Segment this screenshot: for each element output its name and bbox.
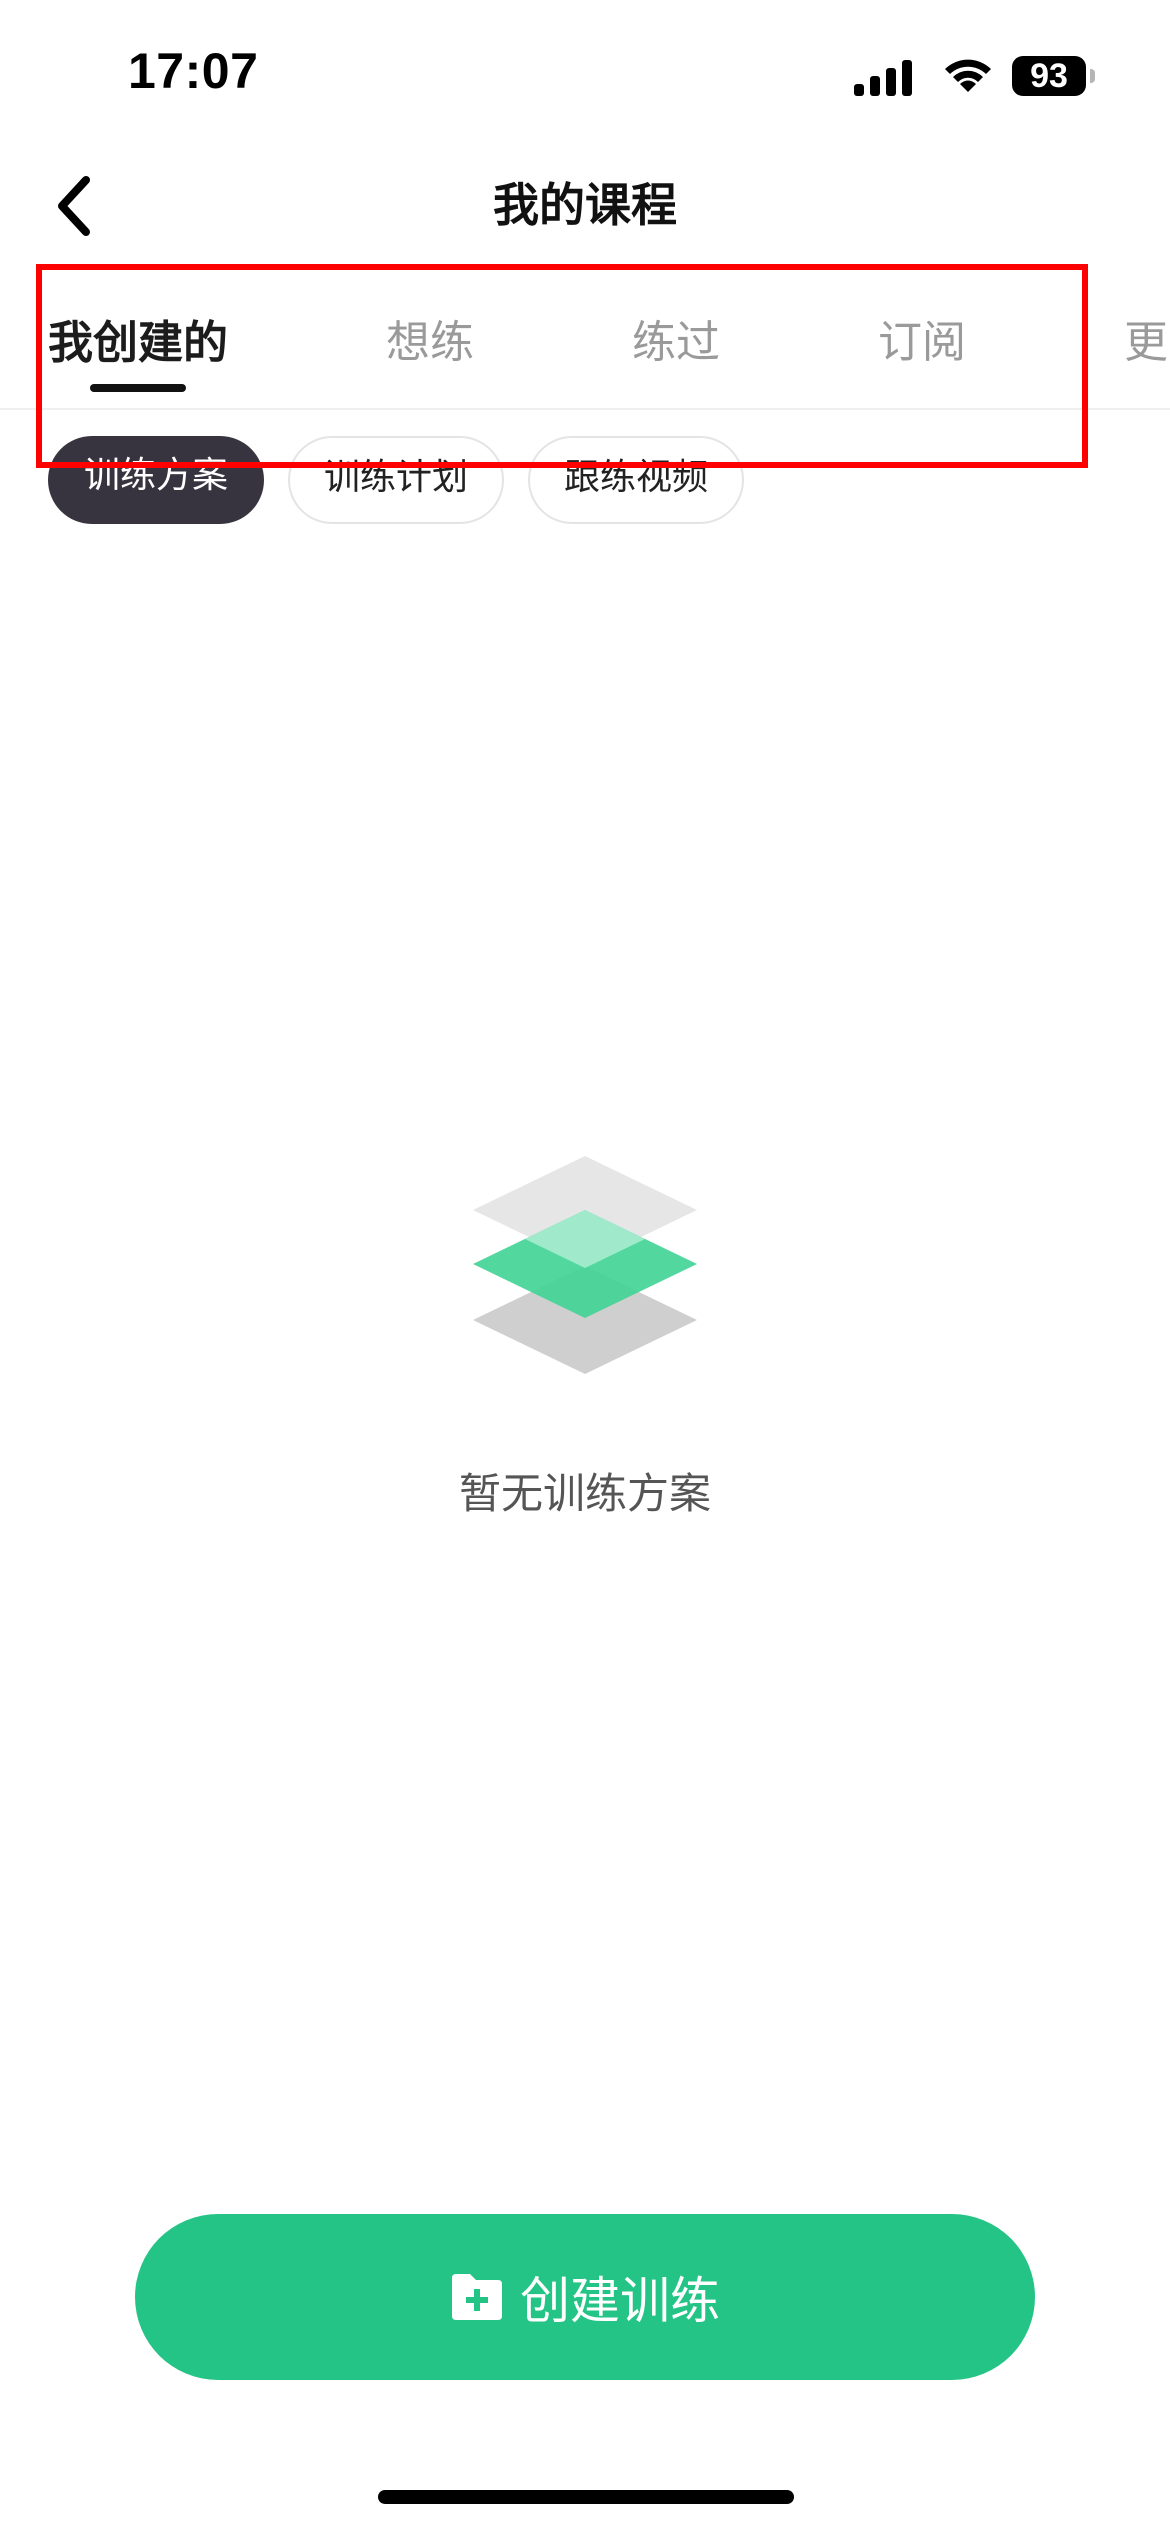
back-button[interactable]	[40, 168, 110, 244]
tab-want-to-practice[interactable]: 想练	[380, 310, 480, 376]
category-tab-bar: 我创建的 想练 练过 订阅 更	[0, 292, 1170, 410]
wifi-icon	[945, 59, 991, 92]
chip-training-scheme[interactable]: 训练方案	[48, 436, 264, 524]
add-file-icon	[452, 2274, 502, 2320]
sub-tab-chips: 训练方案 训练计划 跟练视频	[48, 436, 1148, 524]
chevron-left-icon	[58, 176, 90, 236]
battery-level: 93	[1030, 57, 1068, 95]
tab-subscribed[interactable]: 订阅	[872, 310, 972, 376]
status-icons: 93	[852, 52, 1102, 102]
create-training-content: 创建训练	[135, 2214, 1035, 2380]
stacked-layers-icon	[473, 1156, 697, 1374]
battery-tip	[1090, 69, 1095, 83]
chip-follow-video[interactable]: 跟练视频	[528, 436, 744, 524]
tab-created[interactable]: 我创建的	[46, 310, 230, 376]
empty-state: 暂无训练方案	[0, 1140, 1170, 1540]
status-bar: 17:07 93	[0, 0, 1170, 150]
tab-more[interactable]: 更	[1124, 310, 1170, 376]
home-indicator	[378, 2490, 794, 2504]
chip-training-plan[interactable]: 训练计划	[288, 436, 504, 524]
status-time: 17:07	[128, 43, 259, 99]
create-training-button[interactable]: 创建训练	[135, 2214, 1035, 2380]
my-courses-screen: 17:07 93 我的课程 我创建的 想练 练过 订阅 更 训练方案 训练计划 …	[0, 0, 1170, 2532]
empty-message: 暂无训练方案	[458, 1469, 711, 1518]
active-tab-indicator	[90, 384, 186, 392]
battery-icon: 93	[1012, 56, 1086, 96]
nav-header: 我的课程	[0, 150, 1170, 260]
create-training-label: 创建训练	[520, 2272, 720, 2330]
tab-practiced[interactable]: 练过	[626, 310, 726, 376]
page-title: 我的课程	[493, 178, 677, 232]
cellular-signal-icon	[854, 60, 912, 96]
